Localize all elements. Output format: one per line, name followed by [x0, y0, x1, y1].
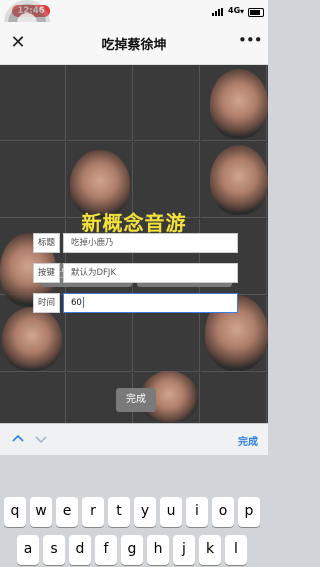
- key-t[interactable]: t: [108, 497, 130, 527]
- grid-cell[interactable]: [0, 373, 66, 423]
- time-field-row: 时间 60: [33, 293, 238, 313]
- chevron-up-icon[interactable]: [12, 433, 24, 445]
- face-tile-image: [210, 69, 268, 139]
- key-a[interactable]: a: [17, 535, 39, 565]
- time-field-label: 时间: [33, 293, 60, 313]
- time-input-value: 60: [71, 298, 82, 308]
- accessory-done-button[interactable]: 完成: [238, 433, 258, 448]
- done-button[interactable]: 完成: [116, 388, 156, 412]
- grid-cell[interactable]: [0, 65, 66, 141]
- more-icon[interactable]: •••: [238, 32, 263, 52]
- key-p[interactable]: p: [238, 497, 260, 527]
- nav-bar: ✕ 吃掉蔡徐坤 •••: [0, 22, 268, 65]
- keyboard-accessory-bar: 完成: [0, 423, 268, 456]
- chevron-down-icon[interactable]: [35, 433, 47, 445]
- game-title: 新概念音游: [81, 211, 187, 235]
- key-s[interactable]: s: [43, 535, 65, 565]
- key-l[interactable]: l: [225, 535, 247, 565]
- key-r[interactable]: r: [82, 497, 104, 527]
- face-tile-image: [2, 307, 62, 371]
- key-k[interactable]: k: [199, 535, 221, 565]
- time-input[interactable]: 60: [63, 293, 238, 313]
- keys-field-label: 按键: [33, 263, 60, 283]
- key-f[interactable]: f: [95, 535, 117, 565]
- grid-cell[interactable]: [67, 65, 133, 141]
- title-field-row: 标题 吃掉小鹿乃: [33, 233, 238, 253]
- game-area[interactable]: 新概念音游 设置点击前的图 设置点击后的图 标题 吃掉小鹿乃 按键 默认为DFJ…: [0, 65, 268, 423]
- title-input[interactable]: 吃掉小鹿乃: [63, 233, 238, 253]
- grid-cell[interactable]: [201, 373, 267, 423]
- keys-field-row: 按键 默认为DFJK: [33, 263, 238, 283]
- title-field-label: 标题: [33, 233, 60, 253]
- key-e[interactable]: e: [56, 497, 78, 527]
- key-j[interactable]: j: [173, 535, 195, 565]
- signal-icon: [212, 8, 226, 16]
- key-w[interactable]: w: [30, 497, 52, 527]
- key-u[interactable]: u: [160, 497, 182, 527]
- key-o[interactable]: o: [212, 497, 234, 527]
- keys-input[interactable]: 默认为DFJK: [63, 263, 238, 283]
- close-icon[interactable]: ✕: [8, 33, 28, 53]
- key-g[interactable]: g: [121, 535, 143, 565]
- battery-icon: [248, 8, 264, 17]
- key-h[interactable]: h: [147, 535, 169, 565]
- keyboard: q w e r t y u i o p a s d f g h j k l: [0, 455, 268, 567]
- key-q[interactable]: q: [4, 497, 26, 527]
- text-cursor: [82, 297, 84, 308]
- grid-cell[interactable]: [134, 65, 200, 141]
- key-i[interactable]: i: [186, 497, 208, 527]
- network-type: 4G: [228, 6, 241, 15]
- wifi-icon: ▾: [240, 7, 245, 16]
- page-title: 吃掉蔡徐坤: [101, 38, 167, 53]
- key-d[interactable]: d: [69, 535, 91, 565]
- key-y[interactable]: y: [134, 497, 156, 527]
- face-tile-image: [210, 145, 268, 215]
